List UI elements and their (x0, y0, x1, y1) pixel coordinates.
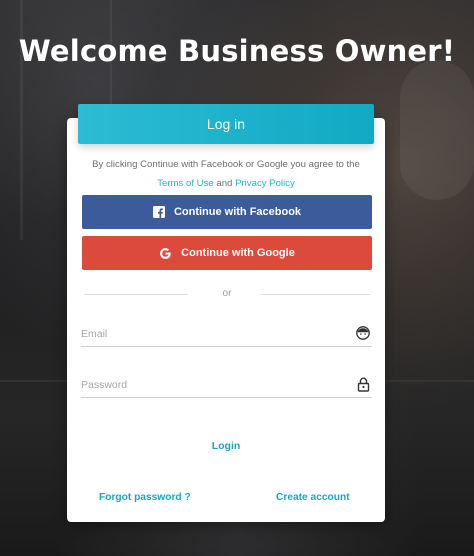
facebook-icon (152, 206, 165, 218)
or-divider: or (84, 288, 370, 302)
face-icon (356, 326, 370, 345)
login-button[interactable]: Login (0, 440, 452, 452)
divider-line-right (261, 294, 370, 295)
privacy-policy-link[interactable]: Privacy Policy (235, 178, 295, 189)
facebook-button-label: Continue with Facebook (173, 206, 302, 218)
create-account-link[interactable]: Create account (276, 492, 350, 503)
forgot-password-link[interactable]: Forgot password ? (99, 492, 191, 503)
tab-login[interactable]: Log in (78, 104, 374, 144)
background-detail (400, 60, 474, 200)
page-title: Welcome Business Owner! (18, 34, 456, 68)
terms-notice: By clicking Continue with Facebook or Go… (82, 155, 370, 193)
lock-icon (357, 377, 370, 397)
password-field-wrapper (81, 375, 372, 398)
google-button-label: Continue with Google (181, 247, 295, 259)
terms-prefix: By clicking Continue with Facebook or Go… (92, 159, 360, 170)
facebook-button[interactable]: Continue with Facebook (82, 195, 372, 229)
password-field[interactable] (81, 375, 341, 395)
email-field-wrapper (81, 324, 372, 347)
google-button[interactable]: Continue with Google (82, 236, 372, 270)
email-field[interactable] (81, 324, 341, 344)
terms-middle: and (213, 178, 236, 189)
google-icon (159, 247, 172, 260)
terms-of-use-link[interactable]: Terms of Use (157, 178, 214, 189)
